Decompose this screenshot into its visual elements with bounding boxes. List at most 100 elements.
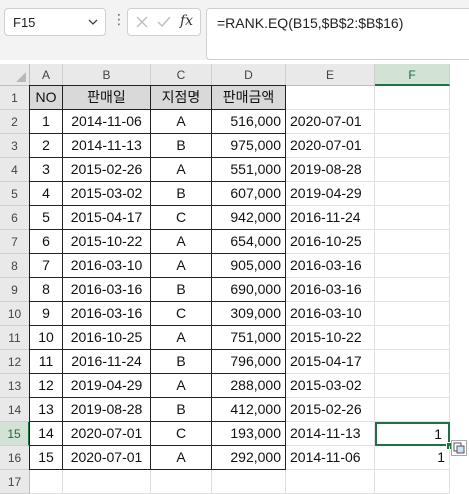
cell[interactable] [375, 326, 450, 350]
table-cell[interactable]: B [151, 350, 212, 374]
active-cell[interactable]: 1 [375, 422, 450, 446]
cell[interactable] [375, 302, 450, 326]
table-cell[interactable]: 942,000 [212, 206, 286, 230]
table-cell[interactable]: 2019-08-28 [286, 158, 375, 182]
table-cell[interactable]: 2016-03-16 [286, 254, 375, 278]
table-cell[interactable]: 288,000 [212, 374, 286, 398]
table-cell[interactable]: 551,000 [212, 158, 286, 182]
table-cell[interactable]: A [151, 326, 212, 350]
cell[interactable] [375, 398, 450, 422]
table-cell[interactable]: 516,000 [212, 110, 286, 134]
table-cell[interactable]: 2020-07-01 [286, 134, 375, 158]
table-cell[interactable]: 2014-11-06 [63, 110, 151, 134]
cell[interactable] [375, 86, 450, 110]
table-cell[interactable]: 2020-07-01 [63, 422, 151, 446]
table-cell[interactable]: 2016-10-25 [63, 326, 151, 350]
cell[interactable] [286, 470, 375, 494]
table-cell[interactable]: 6 [29, 230, 63, 254]
cell[interactable] [375, 182, 450, 206]
table-cell[interactable]: 14 [29, 422, 63, 446]
table-cell[interactable]: 975,000 [212, 134, 286, 158]
formula-bar[interactable]: =RANK.EQ(B15,$B$2:$B$16) [206, 8, 469, 60]
table-cell[interactable]: C [151, 302, 212, 326]
table-cell[interactable]: 690,000 [212, 278, 286, 302]
column-header-b[interactable]: B [63, 64, 151, 86]
table-cell[interactable]: 654,000 [212, 230, 286, 254]
table-cell[interactable]: 2016-03-16 [63, 278, 151, 302]
name-box[interactable]: F15 [4, 8, 106, 36]
table-cell[interactable]: 2014-11-13 [286, 422, 375, 446]
table-cell[interactable]: B [151, 134, 212, 158]
row-header-5[interactable]: 5 [0, 182, 30, 206]
table-header-cell[interactable]: 판매일 [63, 85, 151, 110]
column-header-f[interactable]: F [375, 64, 450, 86]
table-cell[interactable]: 2015-03-02 [63, 182, 151, 206]
table-cell[interactable]: 2014-11-13 [63, 134, 151, 158]
cell[interactable] [375, 230, 450, 254]
table-cell[interactable]: A [151, 446, 212, 470]
table-cell[interactable]: 11 [29, 350, 63, 374]
table-cell[interactable]: 2016-03-10 [286, 302, 375, 326]
cell[interactable] [375, 278, 450, 302]
cell[interactable] [375, 110, 450, 134]
table-cell[interactable]: 905,000 [212, 254, 286, 278]
row-header-9[interactable]: 9 [0, 278, 30, 302]
cell[interactable] [63, 470, 151, 494]
table-cell[interactable]: 2016-03-16 [63, 302, 151, 326]
table-cell[interactable]: 5 [29, 206, 63, 230]
table-cell[interactable]: C [151, 206, 212, 230]
table-cell[interactable]: 2 [29, 134, 63, 158]
table-cell[interactable]: 607,000 [212, 182, 286, 206]
row-header-8[interactable]: 8 [0, 254, 30, 278]
column-header-c[interactable]: C [151, 64, 212, 86]
table-cell[interactable]: B [151, 278, 212, 302]
table-cell[interactable]: 796,000 [212, 350, 286, 374]
cell[interactable] [286, 86, 375, 110]
row-header-14[interactable]: 14 [0, 398, 30, 422]
table-cell[interactable]: 4 [29, 182, 63, 206]
cell[interactable] [375, 206, 450, 230]
select-all-button[interactable] [0, 64, 30, 86]
table-cell[interactable]: 2015-10-22 [63, 230, 151, 254]
table-cell[interactable]: C [151, 422, 212, 446]
table-cell[interactable]: A [151, 374, 212, 398]
cell[interactable] [375, 134, 450, 158]
table-cell[interactable]: 13 [29, 398, 63, 422]
table-cell[interactable]: 309,000 [212, 302, 286, 326]
table-cell[interactable]: 2020-07-01 [63, 446, 151, 470]
table-cell[interactable]: 412,000 [212, 398, 286, 422]
cell[interactable] [212, 470, 286, 494]
table-cell[interactable]: 10 [29, 326, 63, 350]
table-cell[interactable]: 2019-04-29 [63, 374, 151, 398]
row-header-16[interactable]: 16 [0, 446, 30, 470]
table-cell[interactable]: 15 [29, 446, 63, 470]
fx-icon[interactable]: fx [180, 13, 193, 29]
row-header-3[interactable]: 3 [0, 134, 30, 158]
table-cell[interactable]: 2020-07-01 [286, 110, 375, 134]
table-cell[interactable]: 292,000 [212, 446, 286, 470]
x-icon[interactable] [134, 14, 150, 30]
table-cell[interactable]: 2014-11-06 [286, 446, 375, 470]
table-cell[interactable]: 2019-08-28 [63, 398, 151, 422]
more-options-icon[interactable]: ⋮ [112, 12, 126, 26]
row-header-6[interactable]: 6 [0, 206, 30, 230]
paste-options-icon[interactable] [451, 440, 467, 456]
table-cell[interactable]: A [151, 110, 212, 134]
table-cell[interactable]: 2016-03-10 [63, 254, 151, 278]
table-cell[interactable]: 2015-02-26 [63, 158, 151, 182]
row-header-1[interactable]: 1 [0, 86, 30, 110]
table-cell[interactable]: 2016-11-24 [63, 350, 151, 374]
row-header-15[interactable]: 15 [0, 422, 30, 446]
table-cell[interactable]: 2016-03-16 [286, 278, 375, 302]
column-header-d[interactable]: D [212, 64, 286, 86]
table-cell[interactable]: A [151, 254, 212, 278]
table-cell[interactable]: 2016-10-25 [286, 230, 375, 254]
table-header-cell[interactable]: 지점명 [151, 85, 212, 110]
row-header-4[interactable]: 4 [0, 158, 30, 182]
row-header-10[interactable]: 10 [0, 302, 30, 326]
table-cell[interactable]: 12 [29, 374, 63, 398]
table-header-cell[interactable]: 판매금액 [212, 85, 286, 110]
table-cell[interactable]: 2019-04-29 [286, 182, 375, 206]
table-cell[interactable]: 2015-04-17 [286, 350, 375, 374]
table-header-cell[interactable]: NO [29, 85, 63, 110]
